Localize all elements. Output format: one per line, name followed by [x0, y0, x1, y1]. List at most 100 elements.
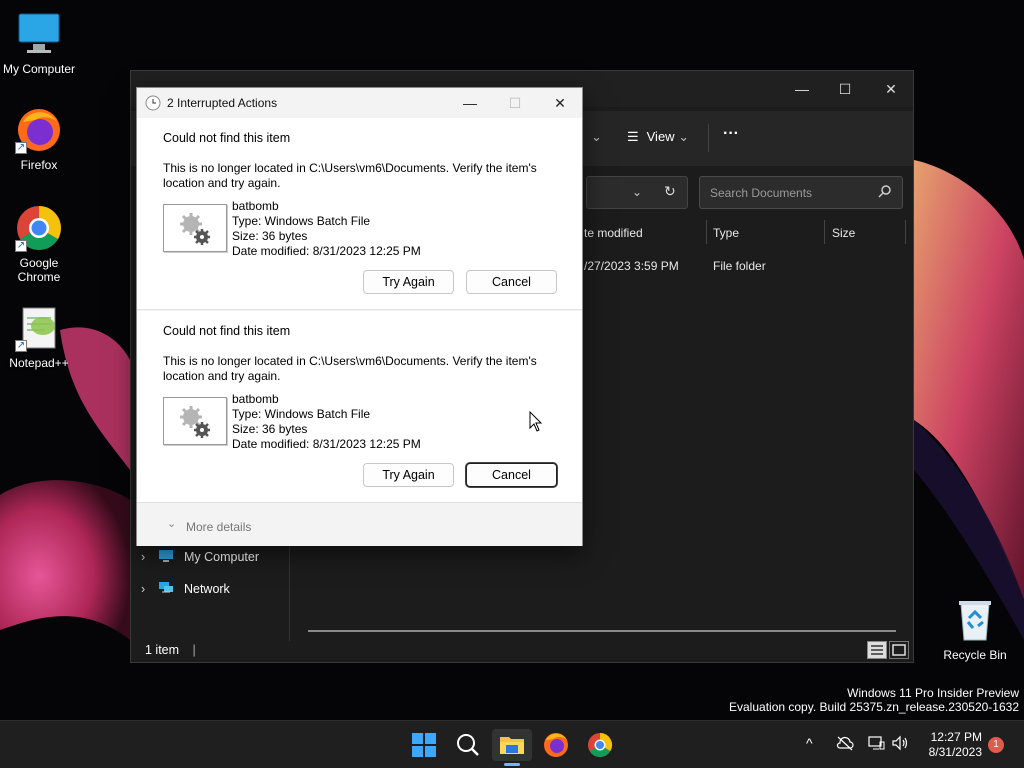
tiles-view-button[interactable] — [889, 641, 909, 659]
item-message: This is no longer located in C:\Users\vm… — [163, 161, 537, 190]
nav-item-my-computer[interactable]: › My Computer — [141, 549, 259, 564]
interrupted-item: Could not find this item This is no long… — [137, 311, 582, 502]
view-icon: ☰ — [627, 129, 639, 144]
desktop-icon-label: My Computer — [2, 62, 76, 76]
taskbar-file-explorer[interactable] — [492, 729, 532, 766]
shortcut-arrow-icon: ↗ — [15, 142, 27, 154]
column-header-date-modified[interactable]: te modified — [584, 226, 643, 240]
batch-file-icon — [163, 204, 227, 252]
refresh-icon[interactable]: ↻ — [664, 183, 676, 200]
shortcut-arrow-icon: ↗ — [15, 240, 27, 252]
try-again-button[interactable]: Try Again — [363, 463, 454, 487]
item-date-modified: Date modified: 8/31/2023 12:25 PM — [232, 437, 421, 451]
dialog-title: 2 Interrupted Actions — [167, 96, 278, 110]
file-explorer-icon — [500, 737, 524, 754]
try-again-button[interactable]: Try Again — [363, 270, 454, 294]
chevron-right-icon: › — [141, 550, 146, 564]
close-button[interactable]: ✕ — [537, 91, 583, 115]
dialog-titlebar: 2 Interrupted Actions — ☐ ✕ — [137, 88, 582, 118]
item-heading: Could not find this item — [163, 324, 291, 338]
chrome-icon — [588, 733, 613, 758]
notification-badge[interactable]: 1 — [988, 737, 1004, 753]
shortcut-arrow-icon: ↗ — [15, 340, 27, 352]
monitor-icon — [158, 549, 174, 563]
minimize-button[interactable]: — — [447, 91, 493, 115]
network-status-icon[interactable] — [867, 735, 885, 754]
chrome-icon: ↗ — [15, 204, 63, 252]
more-options-button[interactable]: ··· — [723, 125, 739, 143]
column-header-type[interactable]: Type — [713, 226, 739, 240]
running-indicator — [504, 763, 520, 766]
address-bar[interactable]: ⌄ ↻ — [586, 176, 688, 209]
maximize-button: ☐ — [508, 95, 522, 111]
column-separator — [706, 220, 707, 244]
item-details: batbomb Type: Windows Batch File Size: 3… — [232, 392, 421, 452]
batch-file-icon — [163, 397, 227, 445]
firefox-icon: ↗ — [15, 106, 63, 154]
chevron-down-icon: ⌄ — [632, 185, 643, 199]
item-details: batbomb Type: Windows Batch File Size: 3… — [232, 199, 421, 259]
item-size: Size: 36 bytes — [232, 422, 308, 436]
more-details-toggle[interactable]: ⌄ More details — [137, 502, 582, 546]
search-input[interactable]: Search Documents — [699, 176, 903, 209]
start-icon — [412, 733, 436, 757]
desktop-icon-label: Recycle Bin — [943, 648, 1007, 662]
network-icon — [158, 581, 174, 595]
taskbar-chrome[interactable] — [580, 729, 620, 761]
volume-icon[interactable] — [891, 735, 909, 754]
recycle-bin-icon — [951, 596, 999, 644]
desktop-icon-my-computer[interactable]: My Computer — [1, 10, 77, 76]
details-view-button[interactable] — [867, 641, 887, 659]
desktop-icon-label: Firefox — [20, 158, 58, 172]
chevron-down-icon: ⌄ — [167, 518, 177, 530]
taskbar: ^ 12:27 PM 8/31/2023 1 — [0, 720, 1024, 768]
system-clock[interactable]: 12:27 PM 8/31/2023 — [929, 730, 982, 760]
evaluation-watermark: Windows 11 Pro Insider Preview Evaluatio… — [729, 686, 1019, 714]
search-icon — [878, 184, 892, 201]
item-name: batbomb — [232, 392, 279, 406]
chevron-right-icon: › — [141, 582, 146, 596]
interrupted-actions-dialog: 2 Interrupted Actions — ☐ ✕ Could not fi… — [136, 87, 583, 546]
item-date-modified: Date modified: 8/31/2023 12:25 PM — [232, 244, 421, 258]
desktop-icon-notepadpp[interactable]: ↗ Notepad++ — [1, 304, 77, 370]
close-button[interactable]: ✕ — [868, 77, 914, 101]
firefox-icon — [544, 733, 568, 757]
taskbar-search-button[interactable] — [448, 729, 488, 761]
status-bar: 1 item | — [145, 643, 196, 657]
item-size: Size: 36 bytes — [232, 229, 308, 243]
desktop-icon-label: Google Chrome — [17, 256, 61, 284]
cancel-button[interactable]: Cancel — [466, 270, 557, 294]
column-header-size[interactable]: Size — [832, 226, 855, 240]
monitor-icon — [15, 10, 63, 58]
horizontal-scrollbar[interactable] — [308, 630, 896, 632]
notepadpp-icon: ↗ — [15, 304, 63, 352]
column-separator — [824, 220, 825, 244]
maximize-button[interactable]: ☐ — [822, 77, 868, 101]
item-message: This is no longer located in C:\Users\vm… — [163, 354, 537, 383]
item-name: batbomb — [232, 199, 279, 213]
chevron-down-icon[interactable]: ⌄ — [591, 129, 602, 145]
desktop-icon-recycle-bin[interactable]: Recycle Bin — [937, 596, 1013, 662]
item-type: Type: Windows Batch File — [232, 214, 371, 228]
column-separator — [905, 220, 906, 244]
chevron-down-icon: ⌄ — [678, 129, 690, 144]
toolbar-divider — [708, 124, 709, 152]
cancel-button[interactable]: Cancel — [466, 463, 557, 487]
view-menu-button[interactable]: ☰ View ⌄ — [627, 129, 689, 145]
row-type[interactable]: File folder — [713, 259, 766, 273]
start-button[interactable] — [404, 729, 444, 761]
clock-date: 8/31/2023 — [928, 745, 982, 759]
mouse-cursor-icon — [529, 411, 543, 432]
item-type: Type: Windows Batch File — [232, 407, 371, 421]
desktop-icon-label: Notepad++ — [9, 356, 69, 370]
taskbar-firefox[interactable] — [536, 729, 576, 761]
desktop-icon-firefox[interactable]: ↗ Firefox — [1, 106, 77, 172]
nav-item-network[interactable]: › Network — [141, 581, 230, 596]
clock-time: 12:27 PM — [930, 730, 982, 744]
cloud-offline-icon[interactable] — [836, 735, 854, 754]
show-hidden-icons-chevron-up-icon[interactable]: ^ — [806, 735, 813, 751]
nav-pane-divider — [289, 541, 290, 641]
minimize-button[interactable]: — — [779, 77, 825, 101]
desktop-icon-chrome[interactable]: ↗ Google Chrome — [1, 204, 77, 284]
row-date-modified[interactable]: /27/2023 3:59 PM — [584, 259, 679, 273]
